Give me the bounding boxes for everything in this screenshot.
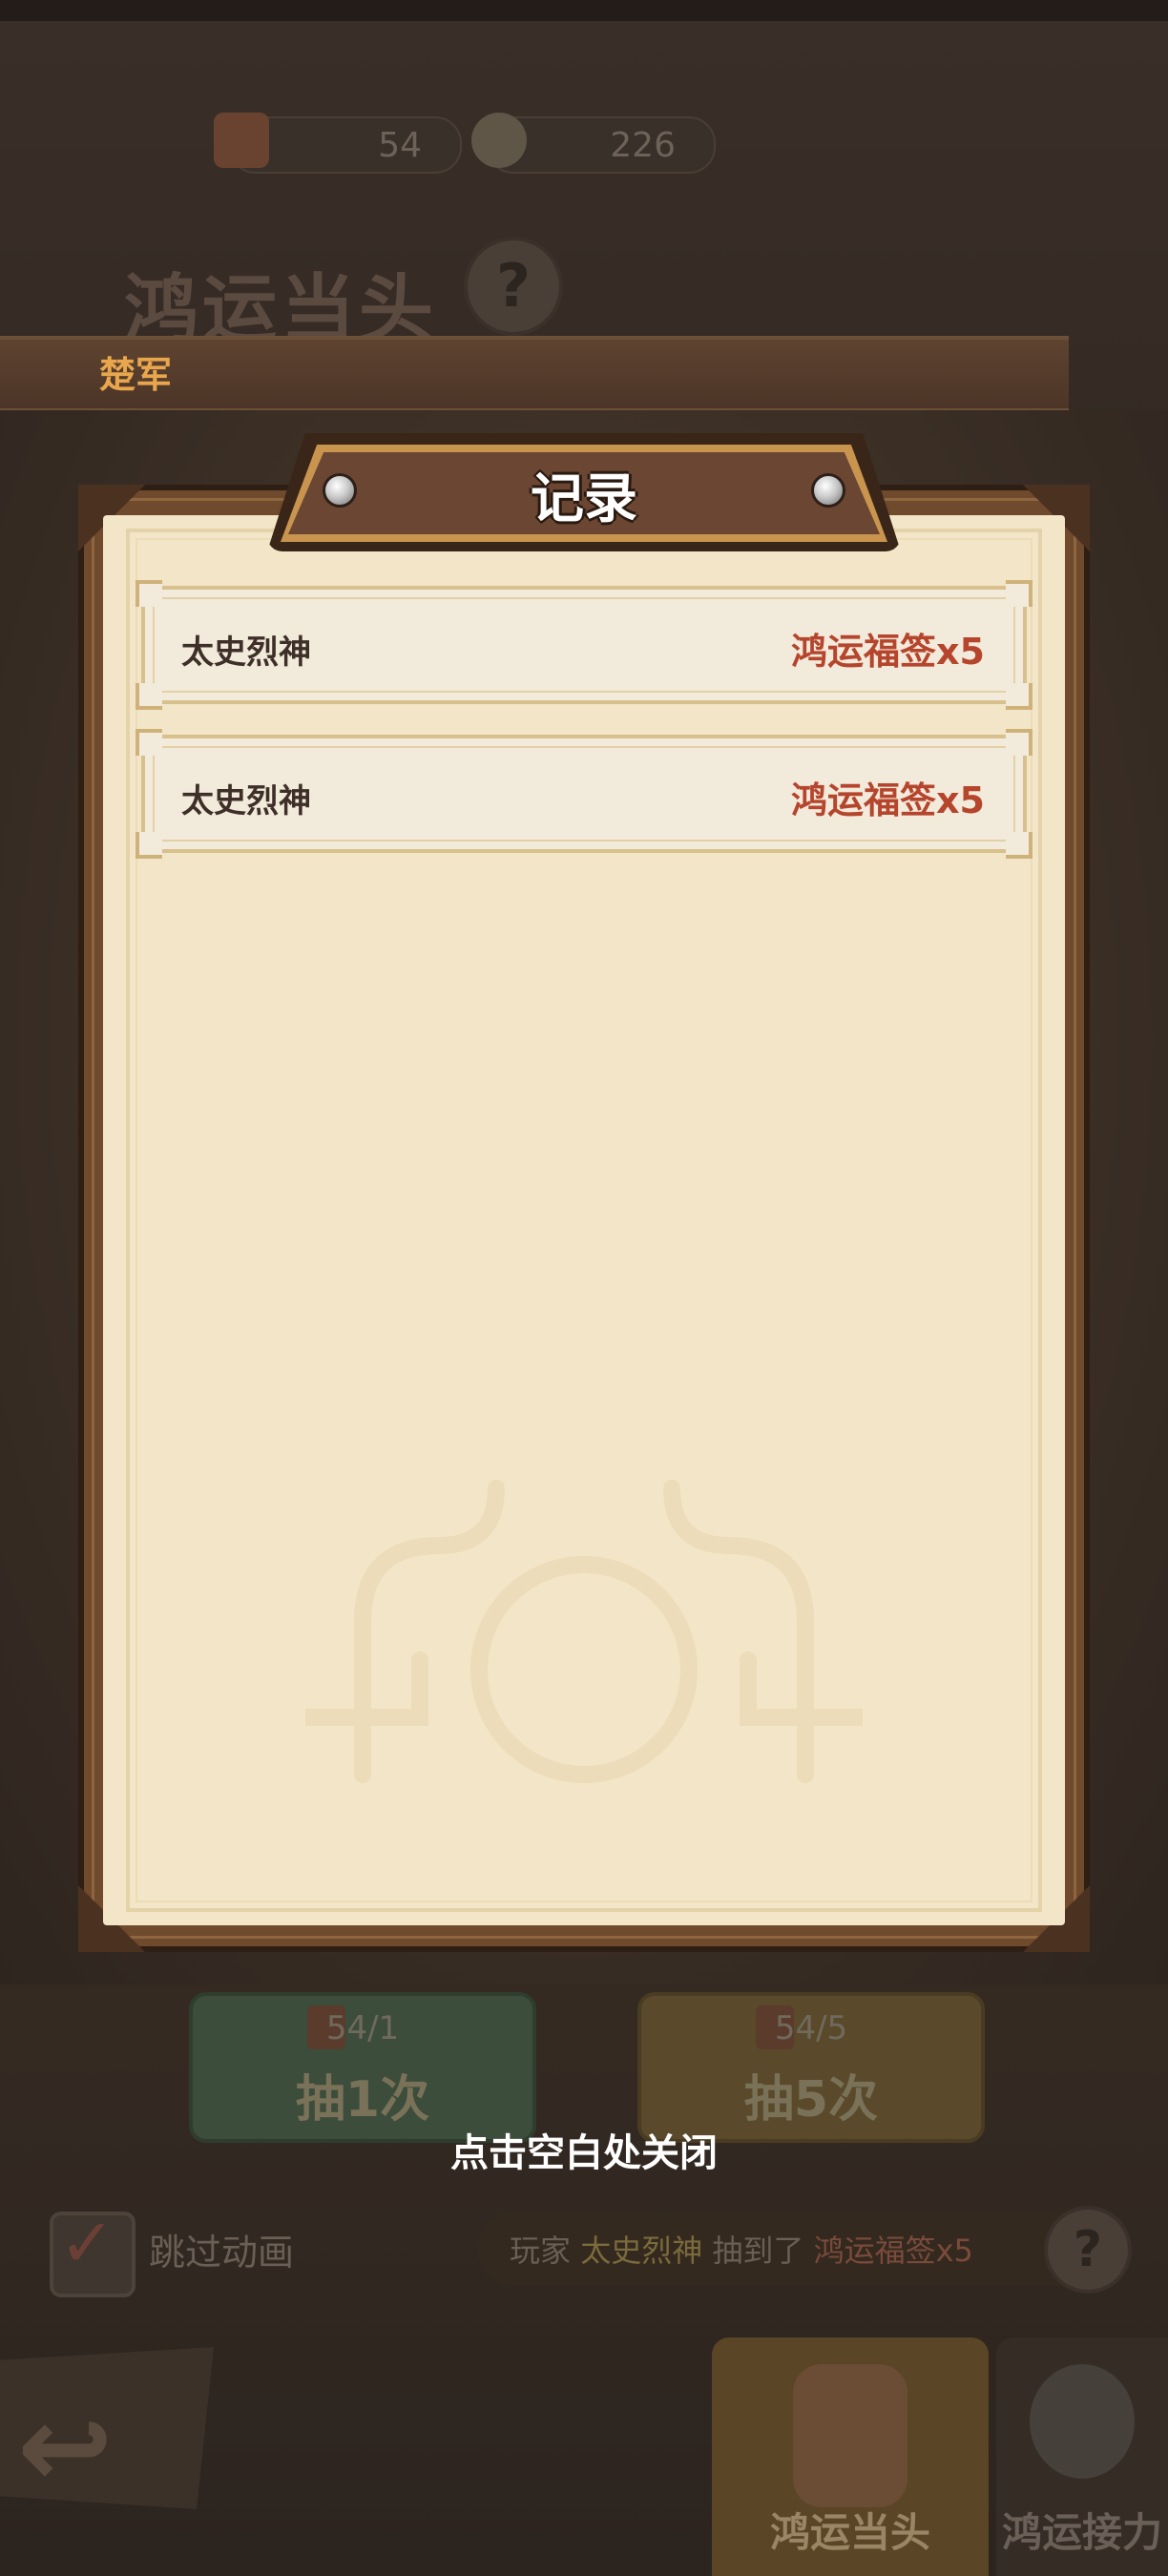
record-reward: 鸿运福签x5 [791,631,985,673]
dialog-title: 记录 [531,468,637,530]
close-hint[interactable]: 点击空白处关闭 [0,2122,1168,2177]
dialog-title-plate: 记录 [267,433,901,551]
record-player-name: 太史烈神 [181,634,311,672]
record-reward: 鸿运福签x5 [791,779,985,821]
record-list: 太史烈神 鸿运福签x5 太史烈神 鸿运福签x5 [136,580,1032,883]
record-row: 太史烈神 鸿运福签x5 [136,580,1032,710]
dragon-watermark-icon [305,1480,863,1783]
record-row: 太史烈神 鸿运福签x5 [136,729,1032,859]
record-player-name: 太史烈神 [181,782,311,821]
